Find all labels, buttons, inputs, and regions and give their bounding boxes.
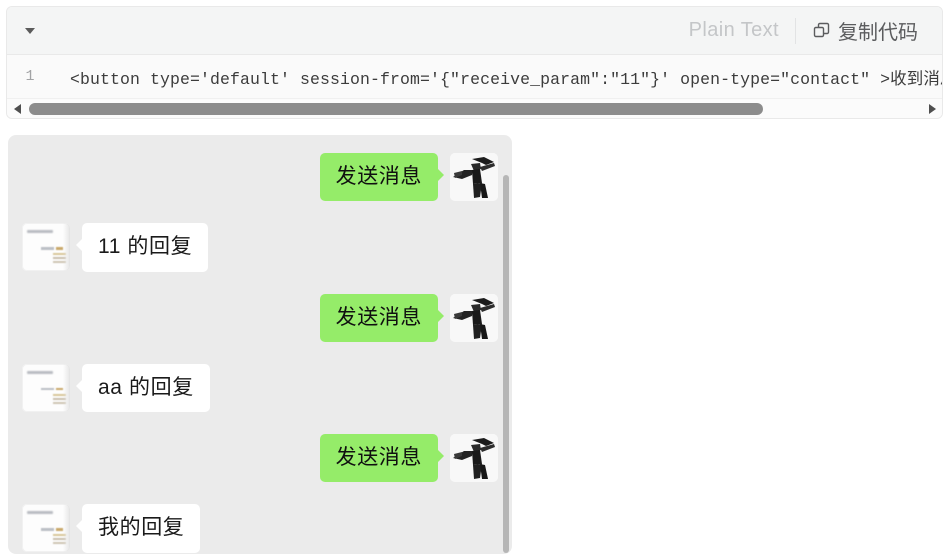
outgoing-message-row: 发送消息: [8, 434, 512, 483]
triangle-right-glyph: [928, 103, 936, 114]
incoming-message-row: 11 的回复: [8, 223, 512, 272]
incoming-message-bubble[interactable]: 11 的回复: [75, 223, 209, 272]
avatar-detail: [27, 370, 53, 374]
chevron-down-icon[interactable]: [7, 7, 53, 55]
triangle-right-icon[interactable]: [922, 99, 942, 119]
avatar-photo-graphic: [450, 293, 498, 342]
document-thumbnail-avatar[interactable]: [22, 363, 70, 412]
document-thumbnail-avatar[interactable]: [22, 504, 70, 553]
photo-avatar-dancer[interactable]: [450, 153, 498, 201]
language-label: Plain Text: [688, 19, 779, 41]
avatar-photo-graphic: [450, 153, 498, 201]
chat-preview-panel: 发送消息 11 的回复 发送消息 aa 的回复 发送消息 我的回复: [8, 135, 512, 554]
horizontal-scrollbar[interactable]: [7, 98, 942, 118]
document-thumbnail-avatar[interactable]: [22, 223, 70, 272]
incoming-message-row: aa 的回复: [8, 363, 512, 412]
outgoing-message-bubble[interactable]: 发送消息: [319, 293, 445, 342]
horizontal-scrollbar-thumb[interactable]: [29, 102, 763, 115]
code-block-header: Plain Text 复制代码: [7, 7, 942, 55]
avatar-detail: [27, 511, 53, 515]
photo-avatar-dancer[interactable]: [450, 293, 498, 342]
chat-vertical-scrollbar-thumb[interactable]: [503, 175, 509, 553]
avatar-detail: [41, 387, 54, 391]
chat-message-list[interactable]: 发送消息 11 的回复 发送消息 aa 的回复 发送消息 我的回复: [8, 135, 512, 554]
avatar-detail: [63, 504, 70, 553]
copy-code-button[interactable]: 复制代码: [796, 16, 918, 45]
outgoing-message-bubble[interactable]: 发送消息: [319, 153, 445, 202]
avatar-detail: [56, 247, 63, 250]
incoming-message-bubble[interactable]: 我的回复: [75, 504, 201, 553]
photo-avatar-dancer[interactable]: [450, 434, 498, 482]
copy-icon: [813, 22, 830, 37]
outgoing-message-row: 发送消息: [8, 293, 512, 342]
avatar-detail: [27, 230, 53, 234]
outgoing-message-bubble[interactable]: 发送消息: [319, 434, 445, 483]
copy-code-label: 复制代码: [838, 22, 918, 44]
avatar-detail: [56, 387, 63, 391]
avatar-detail: [41, 247, 54, 250]
triangle-left-glyph: [13, 103, 21, 114]
avatar-detail: [56, 528, 63, 531]
incoming-message-bubble[interactable]: aa 的回复: [76, 363, 210, 412]
avatar-detail: [41, 528, 54, 531]
code-block: Plain Text 复制代码 1 <button type='default'…: [6, 6, 943, 119]
outgoing-message-row: 发送消息: [8, 153, 512, 202]
code-header-actions: Plain Text 复制代码: [689, 7, 942, 55]
incoming-message-row: 我的回复: [8, 504, 512, 553]
chevron-down-glyph: [25, 27, 35, 34]
avatar-detail: [63, 363, 70, 412]
chat-vertical-scrollbar[interactable]: [503, 135, 509, 554]
code-editor-area[interactable]: 1 <button type='default' session-from='{…: [7, 55, 942, 98]
horizontal-scrollbar-track[interactable]: [27, 99, 922, 119]
triangle-left-icon[interactable]: [7, 99, 27, 119]
line-number: 1: [25, 68, 35, 85]
avatar-detail: [63, 223, 70, 272]
code-line-text: <button type='default' session-from='{"r…: [70, 69, 942, 89]
avatar-photo-graphic: [450, 434, 498, 482]
